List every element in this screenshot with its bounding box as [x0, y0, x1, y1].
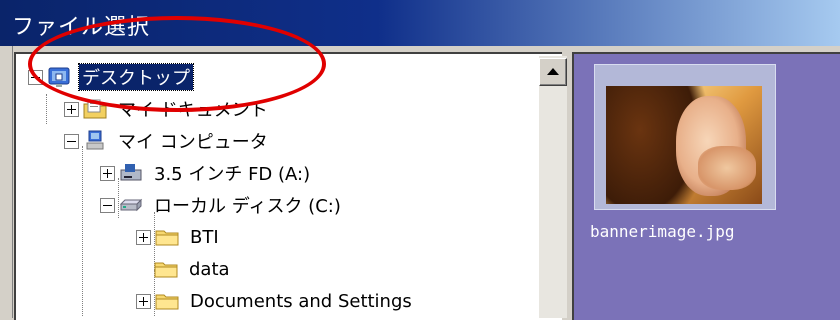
- floppy-drive-icon: [119, 162, 143, 184]
- tree-item-label: data: [189, 258, 230, 280]
- tree-item-bti[interactable]: BTI: [136, 222, 222, 252]
- tree-item-label: ローカル ディスク (C:): [154, 196, 341, 217]
- tree-item-label: 3.5 インチ FD (A:): [154, 164, 311, 185]
- collapse-icon[interactable]: [64, 133, 79, 149]
- title-bar: ファイル選択: [0, 0, 840, 46]
- expand-icon[interactable]: [100, 165, 115, 181]
- tree-item-label: マイ ドキュメント: [118, 100, 268, 121]
- window-frame-left: [0, 46, 13, 318]
- tree-line: [82, 146, 83, 316]
- expand-icon[interactable]: [136, 293, 151, 309]
- tree-item-label: Documents and Settings: [190, 290, 412, 312]
- folder-icon: [155, 226, 179, 248]
- my-documents-icon: [83, 98, 107, 120]
- folder-icon: [154, 258, 178, 280]
- desktop-icon: [47, 66, 71, 88]
- expand-icon[interactable]: [136, 229, 151, 245]
- window-title: ファイル選択: [12, 15, 151, 40]
- expand-icon[interactable]: [64, 101, 79, 117]
- hard-disk-icon: [119, 194, 143, 216]
- tree-item-floppy[interactable]: 3.5 インチ FD (A:): [100, 158, 313, 188]
- collapse-icon[interactable]: [100, 197, 115, 213]
- tree-item-data[interactable]: data: [136, 254, 233, 284]
- folder-icon: [155, 290, 179, 312]
- tree-scrollbar[interactable]: [538, 56, 567, 318]
- file-name: bannerimage.jpg: [590, 222, 735, 241]
- tree-item-desktop[interactable]: デスクトップ: [28, 62, 194, 92]
- tree-item-label: BTI: [190, 226, 219, 248]
- thumbnail-detail: [698, 146, 756, 190]
- collapse-icon[interactable]: [28, 69, 43, 85]
- tree-item-label: デスクトップ: [78, 63, 194, 91]
- tree-item-local-disk[interactable]: ローカル ディスク (C:): [100, 190, 344, 220]
- scroll-up-button[interactable]: [539, 58, 567, 86]
- tree-item-label: マイ コンピュータ: [118, 132, 268, 153]
- tree-line: [46, 94, 47, 124]
- my-computer-icon: [83, 130, 107, 152]
- image-thumbnail: [606, 86, 762, 204]
- file-list-panel[interactable]: bannerimage.jpg: [572, 52, 840, 320]
- arrow-up-icon: [547, 68, 559, 75]
- tree-item-documents-and-settings[interactable]: Documents and Settings: [136, 286, 415, 316]
- file-item-bannerimage[interactable]: bannerimage.jpg: [588, 62, 778, 258]
- folder-tree-panel[interactable]: デスクトップ マイ ドキュメント マイ コンピュータ 3.5 インチ FD (A…: [14, 52, 562, 320]
- tree-item-my-computer[interactable]: マイ コンピュータ: [64, 126, 271, 156]
- tree-item-my-documents[interactable]: マイ ドキュメント: [64, 94, 271, 124]
